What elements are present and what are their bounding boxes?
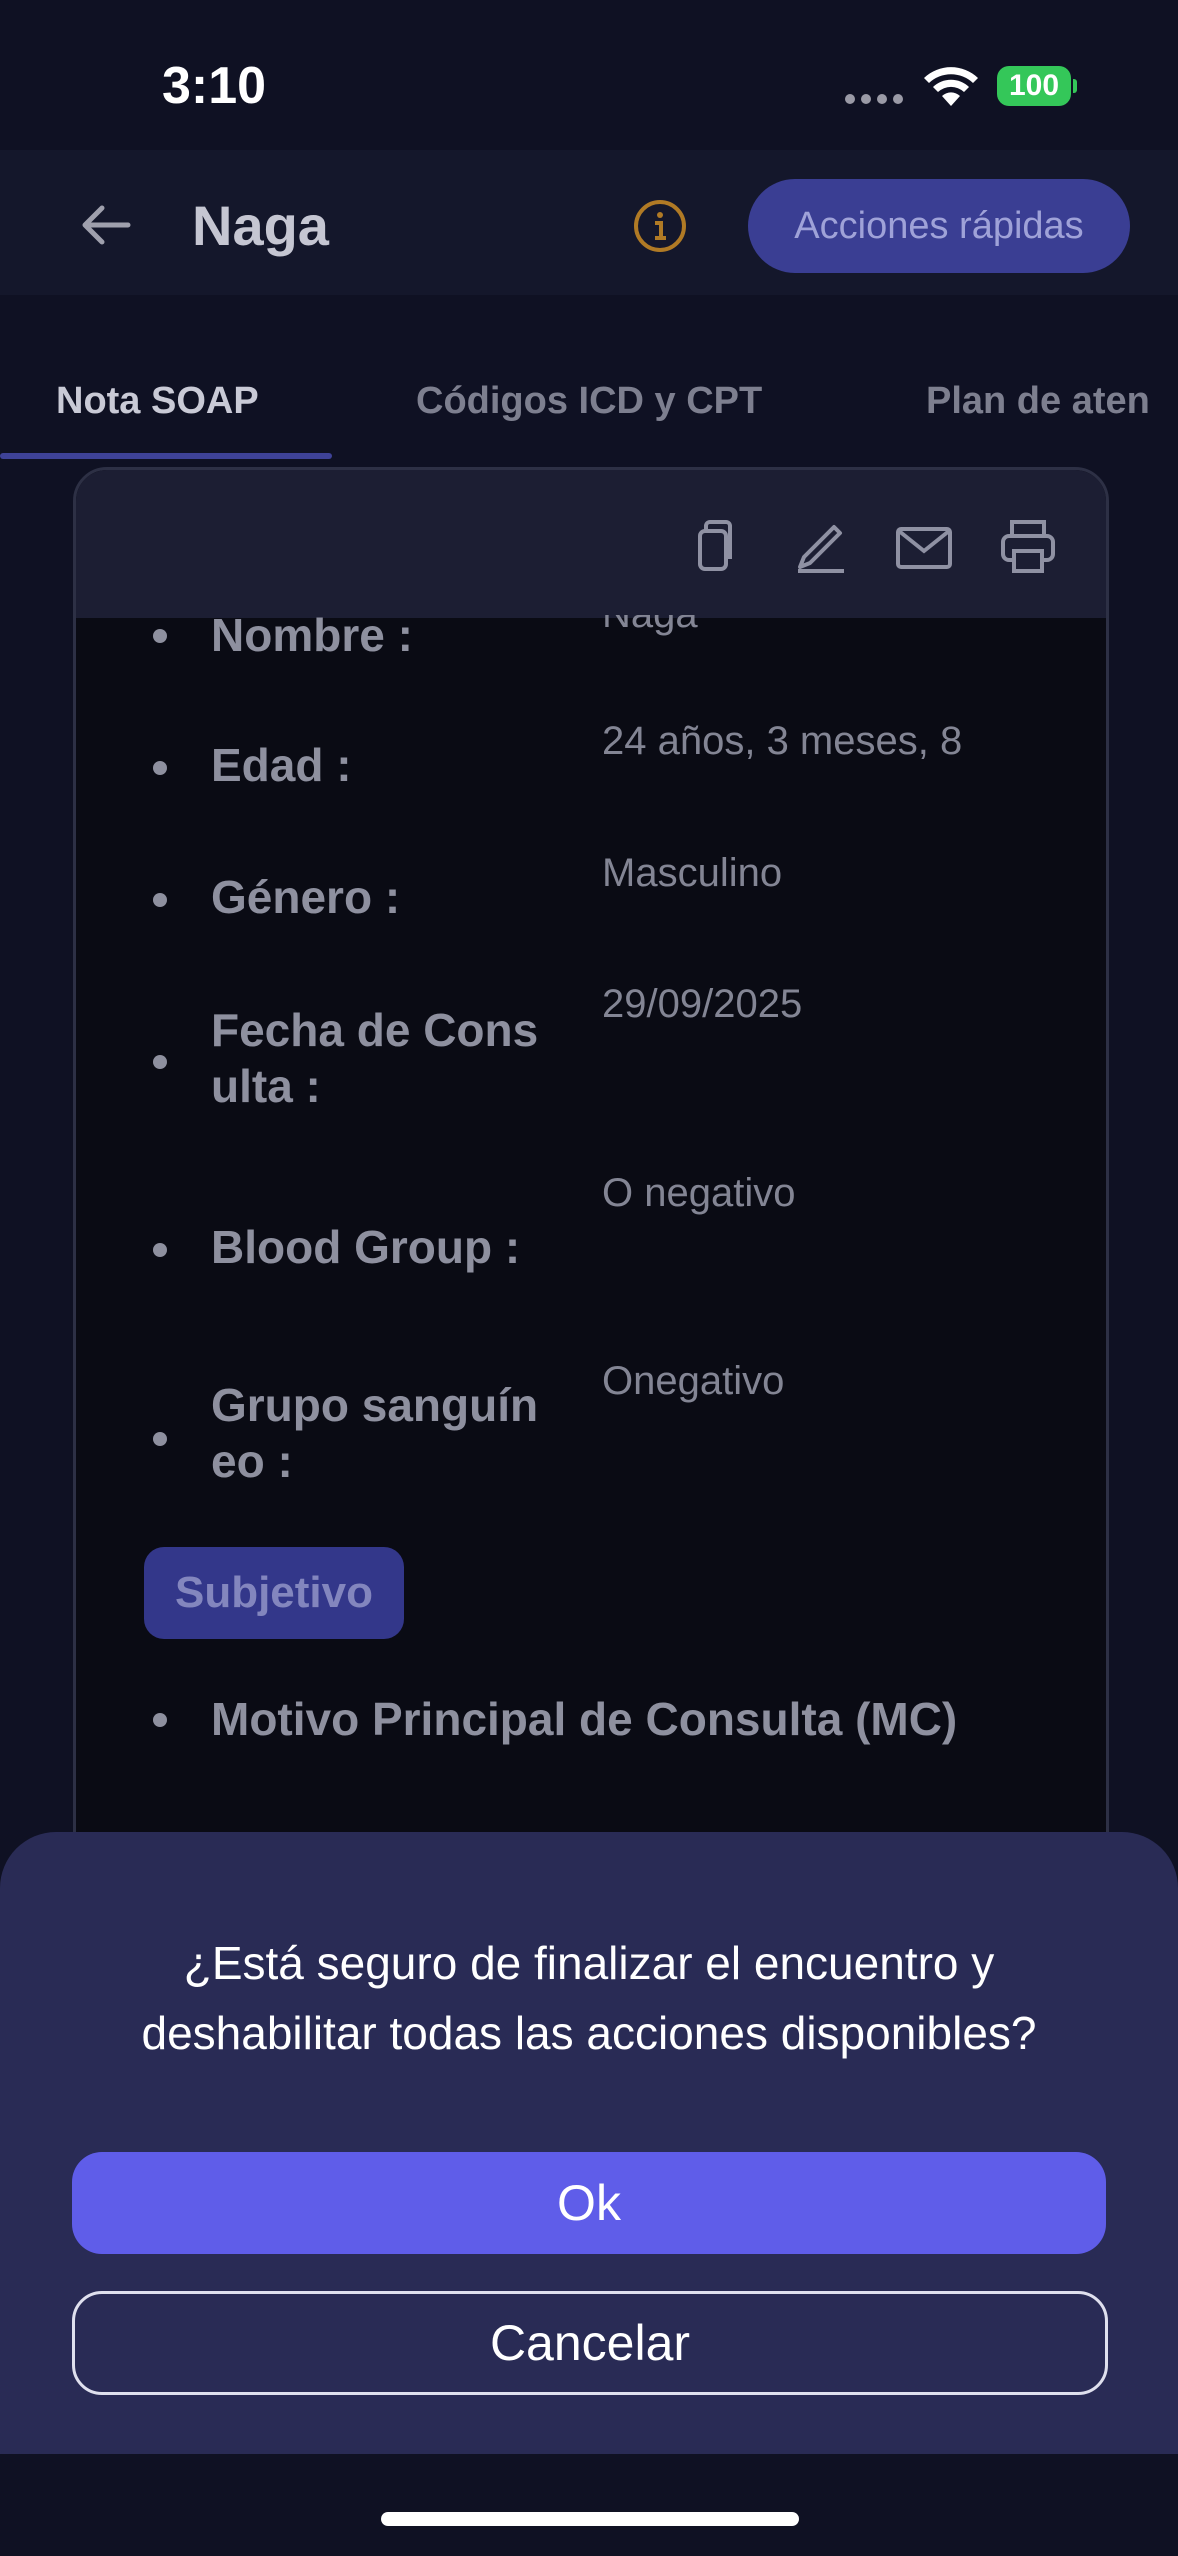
home-indicator[interactable] bbox=[381, 2512, 799, 2526]
tab-icd-cpt[interactable]: Códigos ICD y CPT bbox=[416, 380, 762, 423]
soap-note-card bbox=[73, 467, 1109, 1873]
tab-care-plan[interactable]: Plan de aten bbox=[926, 380, 1150, 423]
patient-name-value: Naga bbox=[602, 615, 698, 639]
blood-group-label: Blood Group : bbox=[211, 1221, 521, 1273]
info-icon[interactable] bbox=[632, 198, 688, 254]
chief-complaint-heading: Motivo Principal de Consulta (MC) bbox=[211, 1693, 958, 1745]
back-arrow-icon[interactable] bbox=[76, 195, 136, 255]
edit-pencil-icon[interactable] bbox=[790, 517, 850, 577]
wifi-icon bbox=[924, 67, 978, 106]
battery-level: 100 bbox=[997, 66, 1071, 106]
page-title: Naga bbox=[192, 194, 329, 257]
quick-actions-button[interactable]: Acciones rápidas bbox=[748, 179, 1130, 273]
print-icon[interactable] bbox=[998, 517, 1058, 577]
blood-group-es-value: Onegativo bbox=[602, 1359, 785, 1403]
ok-button[interactable]: Ok bbox=[72, 2152, 1106, 2254]
blood-group-value: O negativo bbox=[602, 1171, 796, 1215]
blood-group-es-label: Grupo sanguín eo : bbox=[211, 1379, 539, 1487]
patient-gender-label: Género : bbox=[211, 871, 401, 923]
active-tab-indicator bbox=[0, 453, 332, 459]
cancel-button[interactable]: Cancelar bbox=[72, 2291, 1108, 2395]
consult-date-value: 29/09/2025 bbox=[602, 982, 803, 1026]
patient-gender-value: Masculino bbox=[602, 851, 783, 895]
patient-name-label: Nombre : bbox=[211, 615, 413, 661]
bottom-safe-area bbox=[0, 2454, 1178, 2556]
consult-date-label: Fecha de Cons ulta : bbox=[211, 1004, 539, 1112]
mail-icon[interactable] bbox=[894, 517, 954, 577]
section-badge-subjective: Subjetivo bbox=[144, 1547, 404, 1639]
list-item: Nombre : Naga bbox=[0, 615, 1178, 665]
status-time: 3:10 bbox=[162, 57, 267, 115]
patient-age-value: 24 años, 3 meses, 8 bbox=[602, 719, 963, 763]
confirmation-message: ¿Está seguro de finalizar el encuentro y… bbox=[141, 1937, 1037, 2059]
cellular-signal-icon bbox=[845, 94, 903, 106]
patient-age-label: Edad : bbox=[211, 739, 352, 791]
battery-icon: 100 bbox=[997, 66, 1077, 106]
copy-icon[interactable] bbox=[686, 517, 746, 577]
tab-soap-note[interactable]: Nota SOAP bbox=[56, 380, 259, 423]
card-toolbar bbox=[76, 470, 1106, 618]
